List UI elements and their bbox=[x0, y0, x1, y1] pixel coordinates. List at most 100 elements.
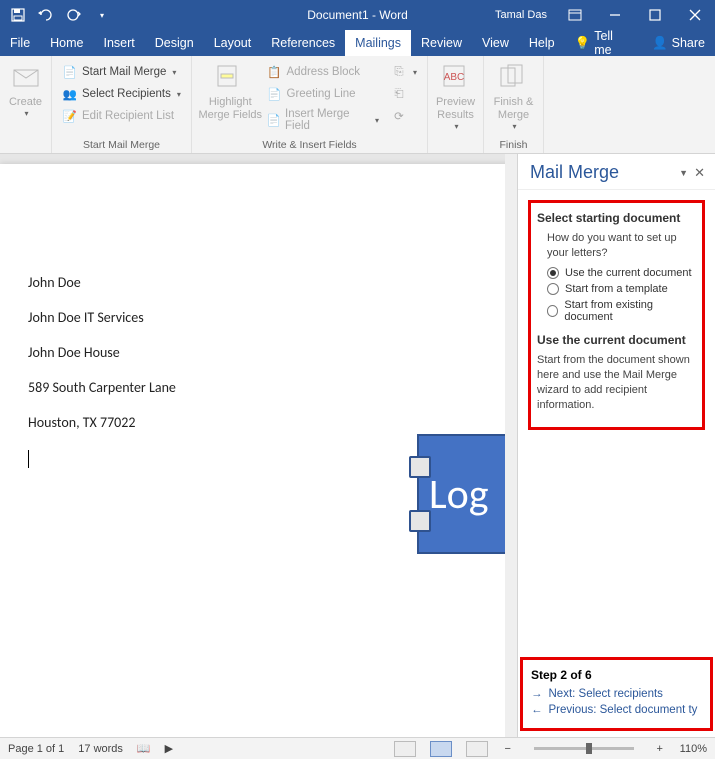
zoom-slider[interactable] bbox=[534, 747, 634, 750]
share-icon: 👤 bbox=[652, 36, 668, 51]
bulb-icon: 💡 bbox=[575, 36, 591, 51]
share-label: Share bbox=[672, 36, 705, 50]
create-label: Create bbox=[9, 96, 42, 109]
mailmerge-icon: 📄 bbox=[62, 64, 78, 80]
pane-heading-2: Use the current document bbox=[537, 333, 696, 347]
radio-label: Start from a template bbox=[565, 283, 668, 295]
group-create: Create ▾ bbox=[0, 56, 52, 153]
qat-customize[interactable]: ▾ bbox=[90, 3, 114, 27]
tab-references[interactable]: References bbox=[261, 30, 345, 56]
web-layout-button[interactable] bbox=[466, 741, 488, 757]
close-button[interactable] bbox=[675, 0, 715, 30]
word-count[interactable]: 17 words bbox=[78, 743, 123, 755]
tab-design[interactable]: Design bbox=[145, 30, 204, 56]
group-preview: ABC Preview Results ▾ bbox=[428, 56, 484, 153]
group-finish: Finish & Merge ▾ Finish bbox=[484, 56, 544, 153]
update-labels-button[interactable]: ⟳ bbox=[387, 106, 421, 126]
minimize-button[interactable] bbox=[595, 0, 635, 30]
title-bar: ▾ Document1 - Word Tamal Das bbox=[0, 0, 715, 30]
group-write-insert-fields: Highlight Merge Fields 📋Address Block 📄G… bbox=[192, 56, 428, 153]
start-mail-merge-button[interactable]: 📄Start Mail Merge▾ bbox=[58, 62, 185, 82]
tab-file[interactable]: File bbox=[0, 30, 40, 56]
zoom-level[interactable]: 110% bbox=[680, 743, 707, 755]
greeting-line-button[interactable]: 📄Greeting Line bbox=[263, 84, 383, 104]
ribbon-display-button[interactable] bbox=[555, 0, 595, 30]
highlight-box-top: Select starting document How do you want… bbox=[528, 200, 705, 430]
doc-line: John Doe IT Services bbox=[28, 309, 517, 326]
finish-merge-button[interactable]: Finish & Merge ▾ bbox=[490, 60, 537, 131]
tab-help[interactable]: Help bbox=[519, 30, 565, 56]
maximize-button[interactable] bbox=[635, 0, 675, 30]
read-mode-button[interactable] bbox=[394, 741, 416, 757]
start-mail-merge-label: Start Mail Merge bbox=[82, 66, 166, 78]
quick-access-toolbar: ▾ bbox=[0, 3, 120, 27]
spellcheck-icon[interactable]: 📖 bbox=[137, 742, 151, 755]
zoom-out-button[interactable]: − bbox=[502, 743, 514, 755]
pane-heading-1: Select starting document bbox=[537, 211, 696, 225]
zoom-thumb[interactable] bbox=[586, 743, 592, 754]
pane-menu-icon[interactable]: ▼ bbox=[679, 168, 688, 178]
finish-icon bbox=[498, 62, 530, 94]
doc-line: John Doe House bbox=[28, 344, 517, 361]
prev-link[interactable]: ← Previous: Select document ty bbox=[531, 704, 702, 716]
ribbon-tabs: File Home Insert Design Layout Reference… bbox=[0, 30, 715, 56]
radio-template[interactable]: Start from a template bbox=[547, 283, 696, 295]
address-block-button[interactable]: 📋Address Block bbox=[263, 62, 383, 82]
main-area: John Doe John Doe IT Services John Doe H… bbox=[0, 154, 715, 737]
text-cursor bbox=[28, 450, 29, 468]
radio-use-current[interactable]: Use the current document bbox=[547, 267, 696, 279]
share-button[interactable]: 👤 Share bbox=[642, 30, 715, 56]
tell-me[interactable]: 💡Tell me bbox=[565, 30, 642, 56]
rules-button[interactable]: ⎘▾ bbox=[387, 62, 421, 82]
update-icon: ⟳ bbox=[391, 108, 407, 124]
edit-list-icon: 📝 bbox=[62, 108, 78, 124]
page-indicator[interactable]: Page 1 of 1 bbox=[8, 743, 64, 755]
rules-icon: ⎘ bbox=[391, 64, 407, 80]
select-recipients-button[interactable]: 👥Select Recipients▾ bbox=[58, 84, 185, 104]
radio-existing[interactable]: Start from existing document bbox=[547, 299, 696, 323]
match-fields-button[interactable]: ⎗ bbox=[387, 84, 421, 104]
doc-line: Houston, TX 77022 bbox=[28, 414, 517, 431]
user-name[interactable]: Tamal Das bbox=[495, 9, 547, 21]
doc-line: John Doe bbox=[28, 274, 517, 291]
address-icon: 📋 bbox=[267, 64, 283, 80]
tab-home[interactable]: Home bbox=[40, 30, 93, 56]
highlight-box-bottom: Step 2 of 6 →Next: Select recipients ←Pr… bbox=[520, 657, 713, 731]
logo-shape[interactable]: Log bbox=[417, 434, 517, 554]
zoom-in-button[interactable]: + bbox=[654, 743, 666, 755]
prev-label: Previous: Select document ty bbox=[549, 704, 698, 716]
mail-merge-pane: Mail Merge ▼ ✕ Select starting document … bbox=[517, 154, 715, 737]
preview-results-button[interactable]: ABC Preview Results ▾ bbox=[434, 60, 477, 131]
highlight-label: Highlight Merge Fields bbox=[198, 96, 262, 122]
tab-layout[interactable]: Layout bbox=[204, 30, 262, 56]
document-pane[interactable]: John Doe John Doe IT Services John Doe H… bbox=[0, 154, 517, 737]
undo-button[interactable] bbox=[34, 3, 58, 27]
edit-recipient-list-button[interactable]: 📝Edit Recipient List bbox=[58, 106, 185, 126]
highlight-merge-fields-button[interactable]: Highlight Merge Fields bbox=[198, 60, 263, 122]
pane-close-icon[interactable]: ✕ bbox=[694, 165, 705, 181]
vertical-scrollbar[interactable] bbox=[505, 154, 517, 737]
status-bar: Page 1 of 1 17 words 📖 ▶ − + 110% bbox=[0, 737, 715, 759]
pane-title: Mail Merge bbox=[530, 162, 619, 183]
create-button[interactable]: Create ▾ bbox=[6, 60, 45, 118]
insert-merge-field-button[interactable]: 📄Insert Merge Field▾ bbox=[263, 106, 383, 134]
macro-icon[interactable]: ▶ bbox=[165, 742, 173, 755]
tab-insert[interactable]: Insert bbox=[94, 30, 145, 56]
svg-text:ABC: ABC bbox=[443, 72, 464, 83]
group-preview-label bbox=[428, 151, 483, 153]
pane-question: How do you want to set up your letters? bbox=[547, 231, 696, 261]
save-button[interactable] bbox=[6, 3, 30, 27]
tab-review[interactable]: Review bbox=[411, 30, 472, 56]
tab-view[interactable]: View bbox=[472, 30, 519, 56]
next-link[interactable]: →Next: Select recipients bbox=[531, 688, 702, 700]
pane-body: Select starting document How do you want… bbox=[518, 190, 715, 657]
doc-line: 589 South Carpenter Lane bbox=[28, 379, 517, 396]
tab-mailings[interactable]: Mailings bbox=[345, 30, 411, 56]
arrow-left-icon: ← bbox=[531, 704, 543, 716]
ribbon: Create ▾ 📄Start Mail Merge▾ 👥Select Reci… bbox=[0, 56, 715, 154]
radio-label: Use the current document bbox=[565, 267, 692, 279]
arrow-right-icon: → bbox=[531, 688, 543, 700]
group-wif-label: Write & Insert Fields bbox=[192, 139, 427, 153]
print-layout-button[interactable] bbox=[430, 741, 452, 757]
redo-button[interactable] bbox=[62, 3, 86, 27]
